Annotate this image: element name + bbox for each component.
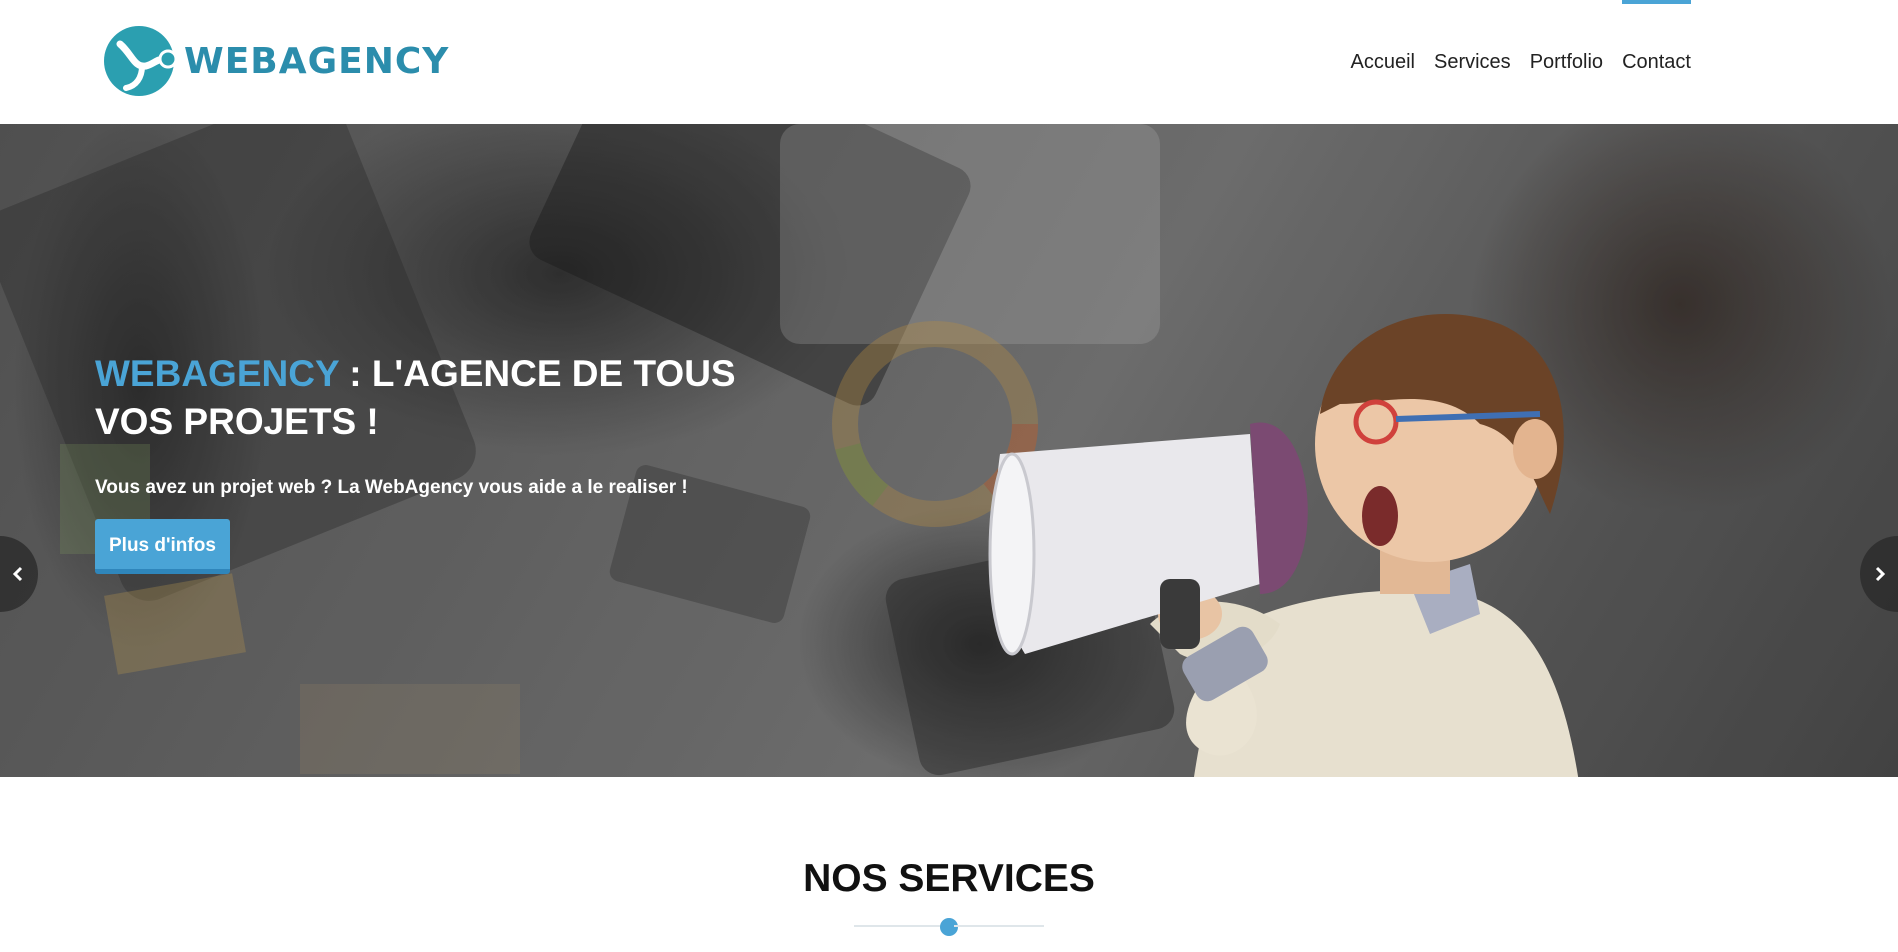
chevron-right-icon [1875, 566, 1886, 582]
divider-dot [940, 918, 958, 936]
chevron-left-icon [12, 566, 23, 582]
divider-line-left [854, 925, 944, 927]
services-title: NOS SERVICES [803, 857, 1095, 900]
hero-subtitle: Vous avez un projet web ? La WebAgency v… [95, 477, 688, 498]
hero-title-brand: WEBAGENCY [95, 353, 339, 394]
hero-title: WEBAGENCY : L'AGENCE DE TOUS VOS PROJETS… [95, 350, 795, 446]
logo-mark-icon [104, 26, 176, 96]
site-header: WEBAGENCY Accueil Services Portfolio Con… [0, 0, 1898, 124]
section-divider [854, 918, 1044, 936]
hero-kid-megaphone-image [988, 314, 1579, 777]
divider-line-right [954, 925, 1044, 927]
hero-content: WEBAGENCY : L'AGENCE DE TOUS VOS PROJETS… [95, 350, 795, 574]
hero-slider: WEBAGENCY : L'AGENCE DE TOUS VOS PROJETS… [0, 124, 1898, 777]
more-info-button[interactable]: Plus d'infos [95, 519, 230, 574]
nav-item-contact[interactable]: Contact [1622, 0, 1691, 124]
logo-text: WEBAGENCY [184, 40, 450, 82]
logo[interactable]: WEBAGENCY [102, 24, 449, 98]
nav-item-services[interactable]: Services [1434, 0, 1511, 124]
nav-item-accueil[interactable]: Accueil [1351, 0, 1415, 124]
main-nav: Accueil Services Portfolio Contact [1332, 0, 1691, 124]
nav-item-portfolio[interactable]: Portfolio [1530, 0, 1603, 124]
